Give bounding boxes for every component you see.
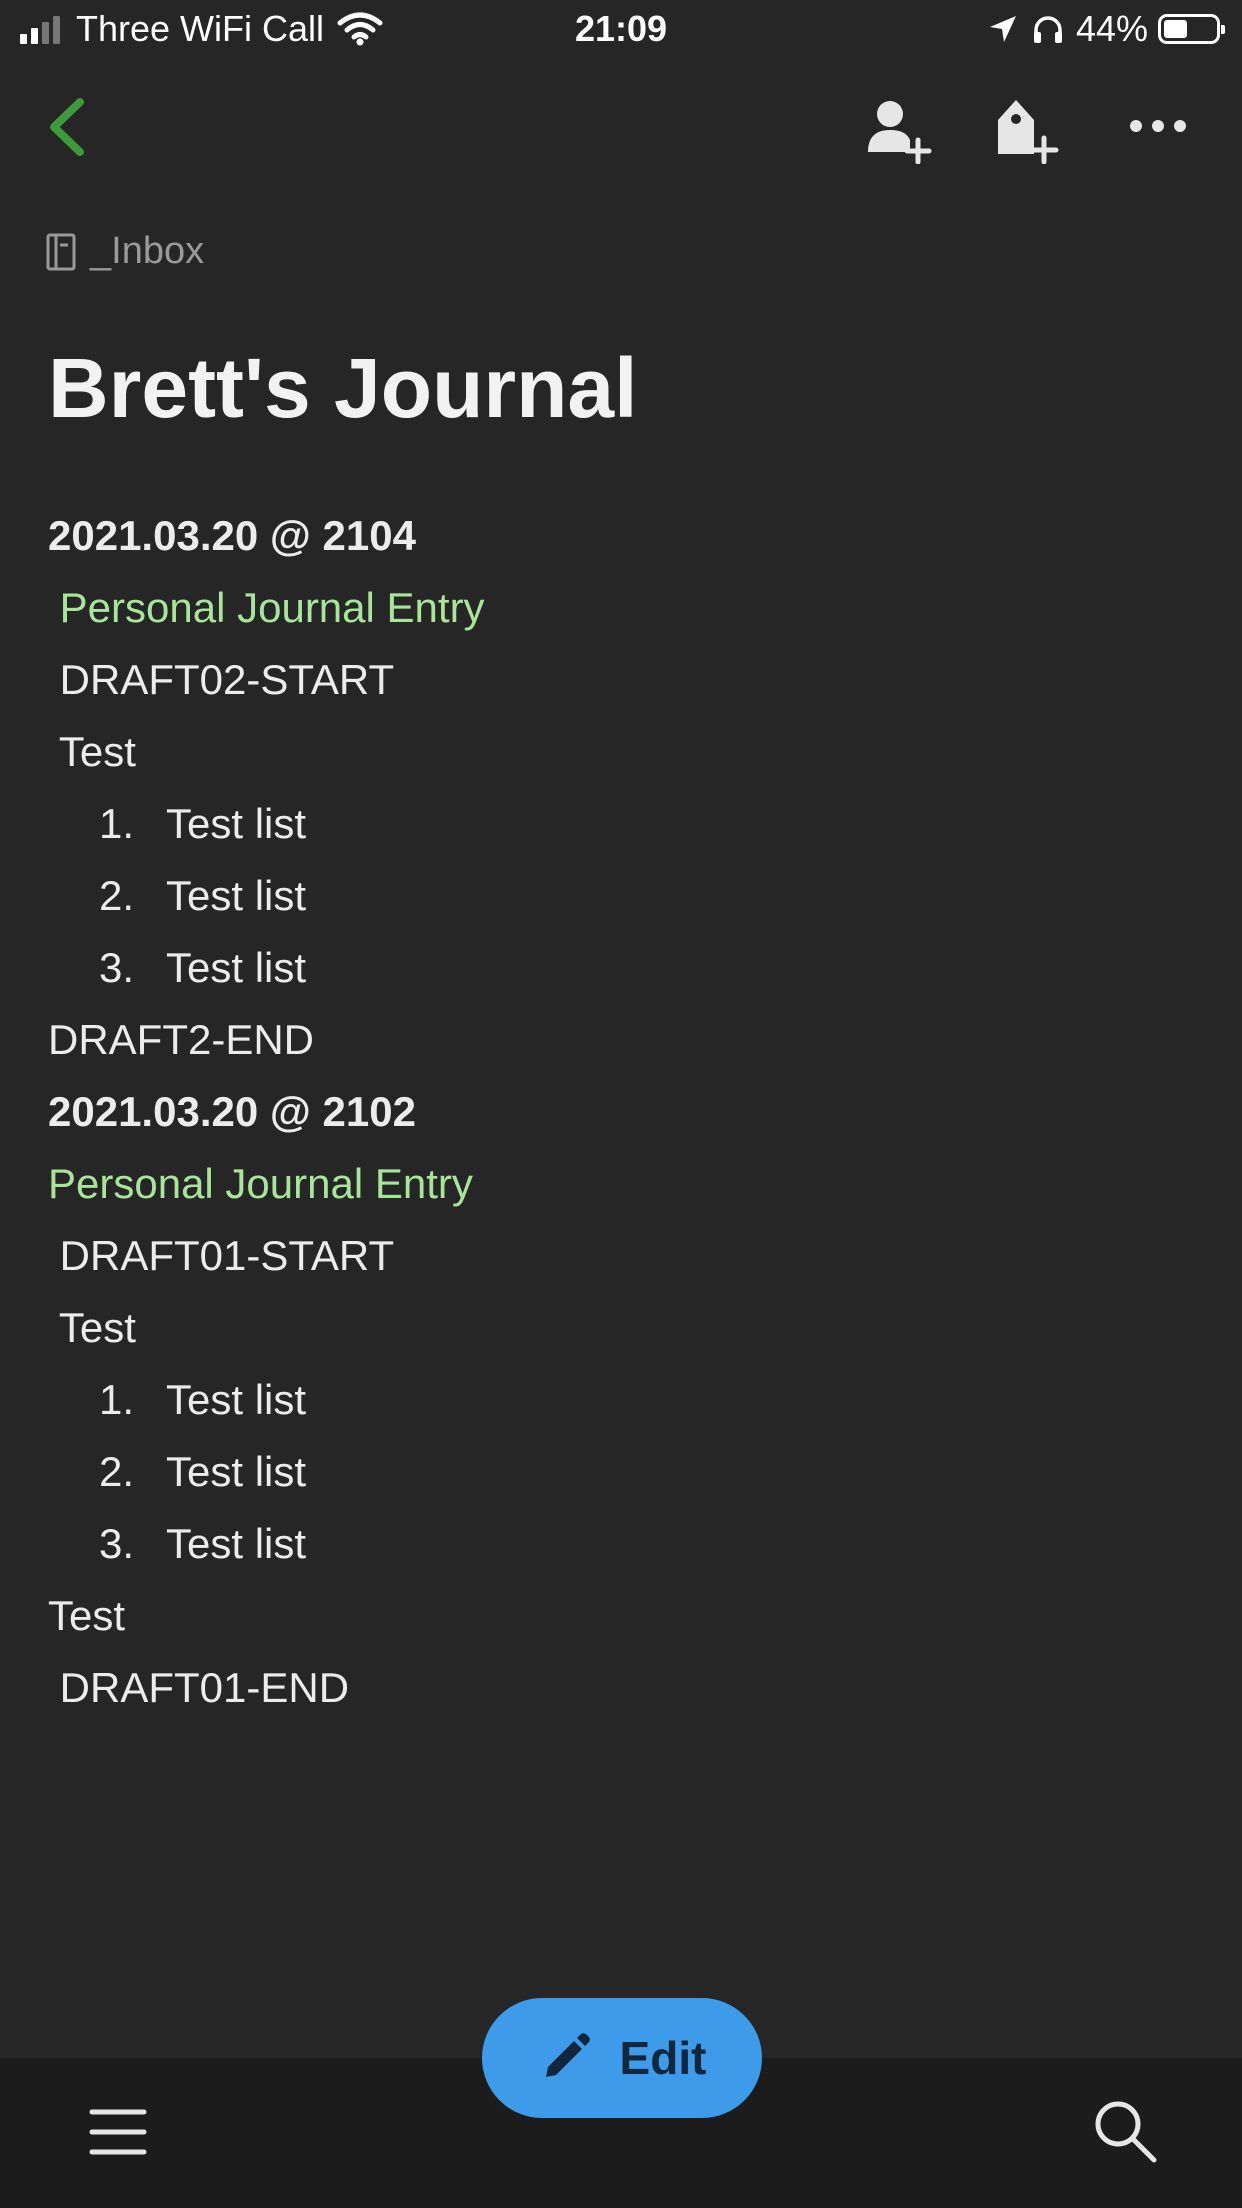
entry-category: Personal Journal Entry xyxy=(48,1160,473,1207)
add-tag-icon xyxy=(998,100,1059,165)
notebook-icon xyxy=(46,233,76,270)
share-user-button[interactable] xyxy=(862,94,932,165)
list-number: 2. xyxy=(98,872,134,919)
search-icon xyxy=(1095,2101,1157,2163)
entry-date: 2021.03.20 @ 2102 xyxy=(48,1088,416,1135)
entry-text: Test xyxy=(48,728,136,775)
search-button[interactable] xyxy=(1090,2096,1160,2166)
list-text: Test list xyxy=(166,944,307,991)
entry-date: 2021.03.20 @ 2104 xyxy=(48,512,416,559)
list-number: 2. xyxy=(98,1448,134,1495)
draft-end-marker: DRAFT2-END xyxy=(48,1016,315,1063)
battery-percent: 44% xyxy=(1075,8,1148,49)
list-text: Test list xyxy=(166,1448,307,1495)
list-text: Test list xyxy=(166,1520,307,1567)
note-body[interactable]: 2021.03.20 @ 2104 Personal Journal Entry… xyxy=(48,500,1198,1724)
list-text: Test list xyxy=(166,1376,307,1423)
battery-icon xyxy=(1158,14,1225,44)
list-item: 3. Test list xyxy=(48,932,1198,1004)
status-bar: Three WiFi Call 21:09 44% xyxy=(0,0,1242,62)
draft-end-marker: DRAFT01-END xyxy=(48,1664,350,1711)
list-item: 2. Test list xyxy=(48,860,1198,932)
chevron-left-icon xyxy=(50,98,84,156)
notebook-link[interactable]: _Inbox xyxy=(46,230,204,273)
list-number: 3. xyxy=(98,944,134,991)
entry-category: Personal Journal Entry xyxy=(48,584,485,631)
location-arrow-icon xyxy=(989,16,1016,42)
list-item: 1. Test list xyxy=(48,788,1198,860)
back-button[interactable] xyxy=(40,92,100,162)
list-number: 1. xyxy=(98,1376,134,1423)
note-title: Brett's Journal xyxy=(48,341,638,435)
pencil-icon xyxy=(545,2033,590,2077)
hamburger-menu-icon xyxy=(89,2109,147,2155)
entry-text: Test xyxy=(48,1304,136,1351)
list-number: 3. xyxy=(98,1520,134,1567)
more-horizontal-icon xyxy=(1130,120,1186,132)
menu-button[interactable] xyxy=(88,2106,148,2160)
top-nav-bar xyxy=(0,80,1242,170)
list-item: 1. Test list xyxy=(48,1364,1198,1436)
edit-label: Edit xyxy=(619,2032,707,2084)
add-person-icon xyxy=(868,101,932,165)
draft-start-marker: DRAFT02-START xyxy=(48,656,395,703)
list-item: 3. Test list xyxy=(48,1508,1198,1580)
add-tag-button[interactable] xyxy=(992,94,1062,165)
notebook-name: _Inbox xyxy=(90,230,205,272)
entry-trailing-text: Test xyxy=(48,1592,126,1639)
status-right: 44% xyxy=(988,8,1225,50)
list-number: 1. xyxy=(98,800,134,847)
more-options-button[interactable] xyxy=(1124,94,1194,164)
edit-button[interactable]: Edit xyxy=(482,1998,762,2118)
list-text: Test list xyxy=(166,800,307,847)
draft-start-marker: DRAFT01-START xyxy=(48,1232,395,1279)
list-text: Test list xyxy=(166,872,307,919)
headphones-icon xyxy=(1033,16,1062,43)
list-item: 2. Test list xyxy=(48,1436,1198,1508)
